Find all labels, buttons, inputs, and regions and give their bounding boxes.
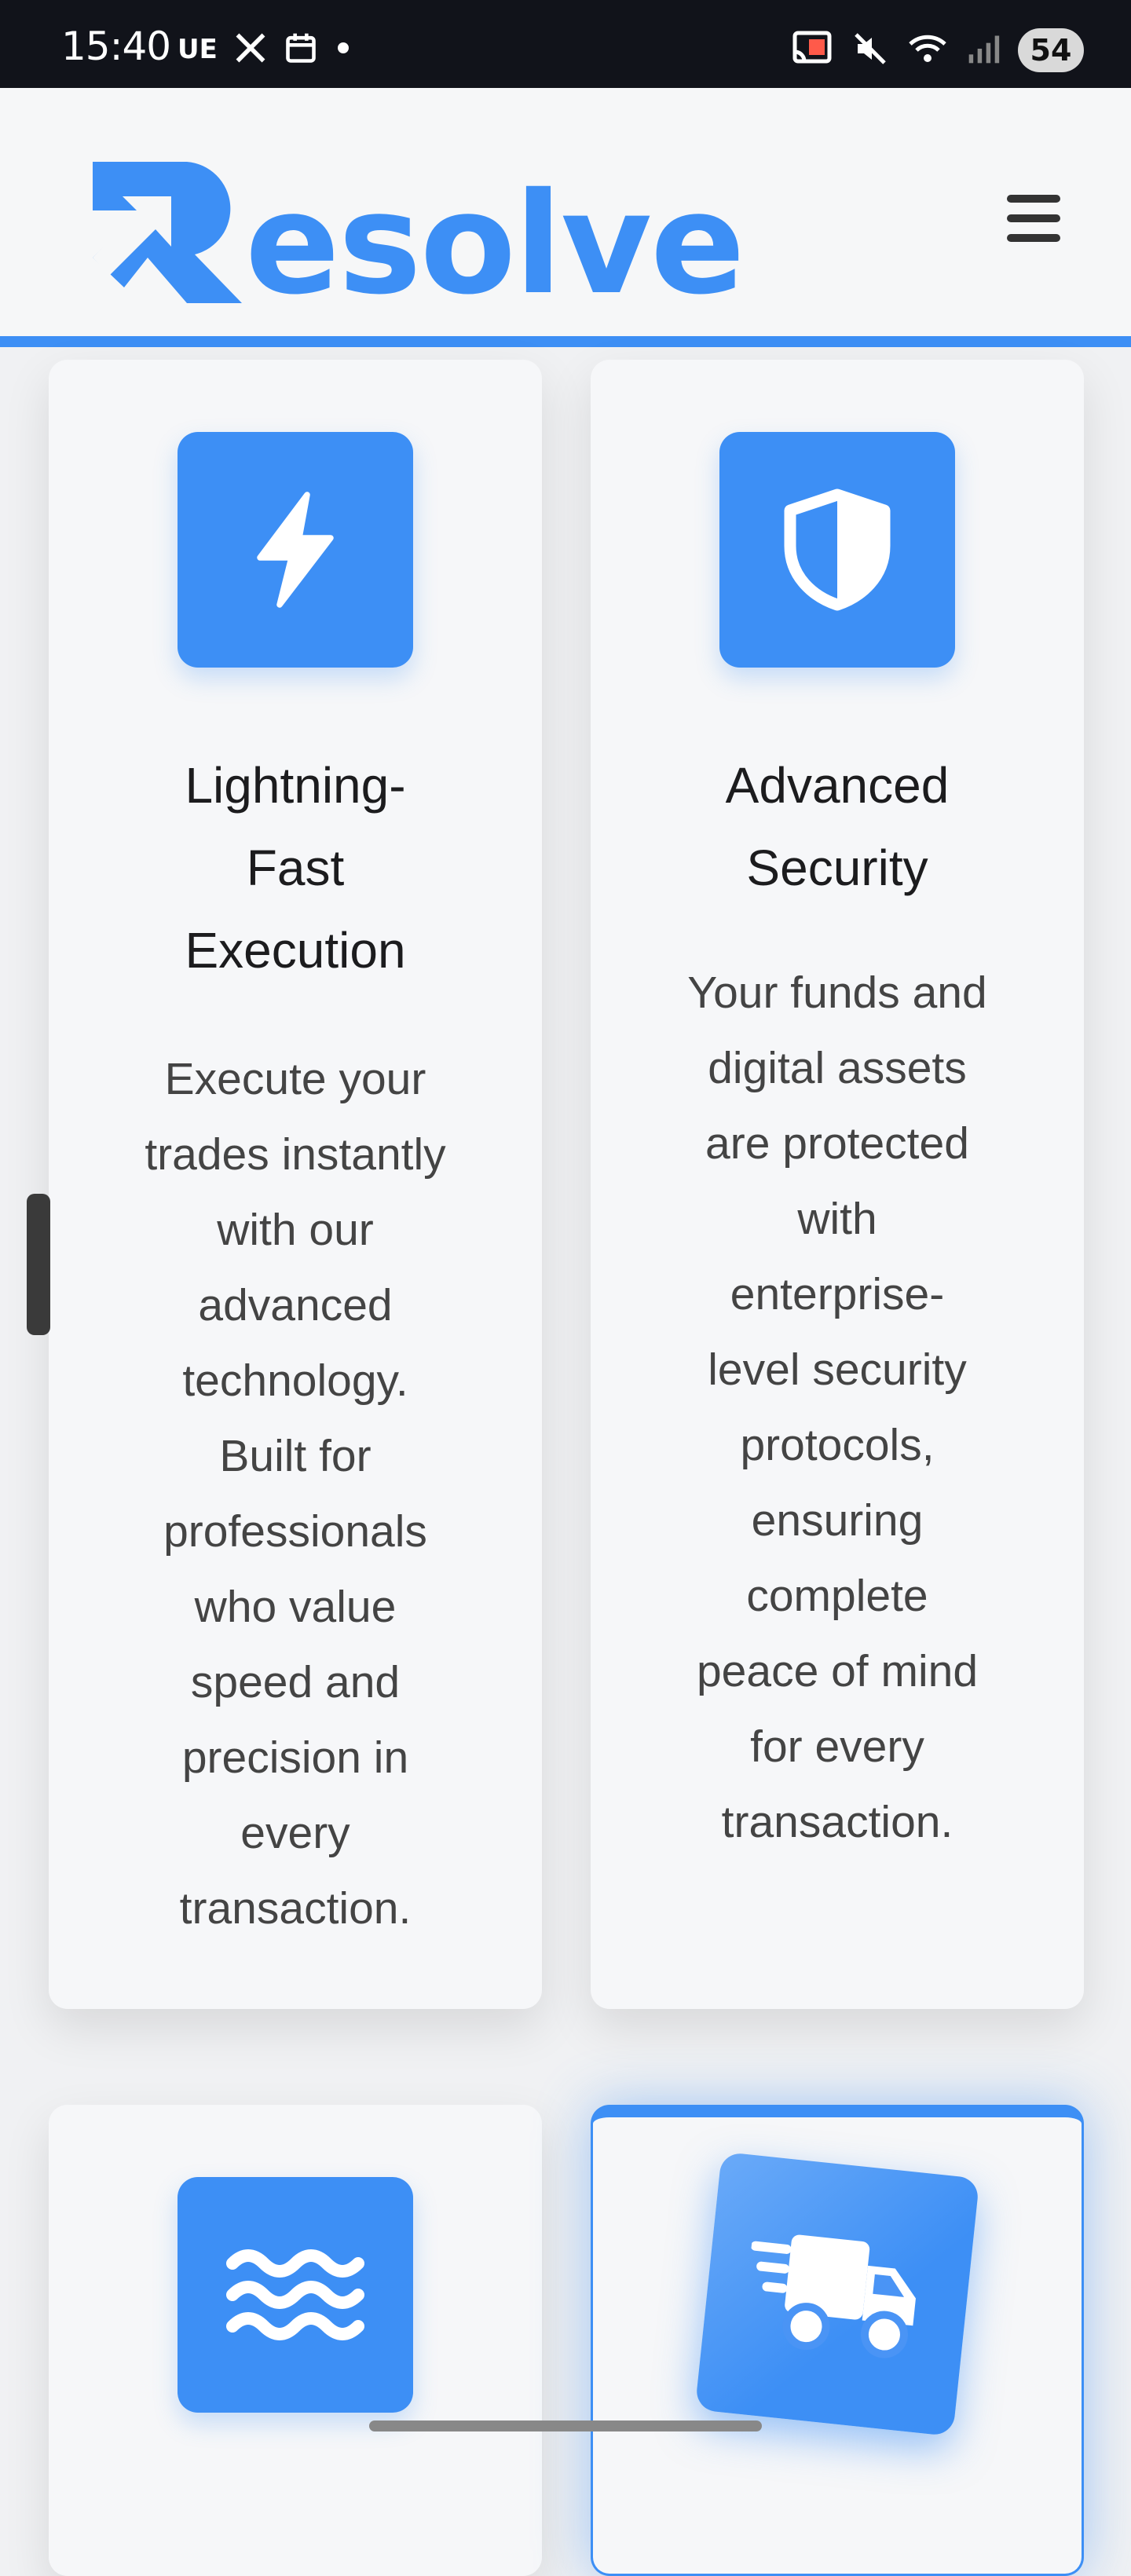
- delivery-truck-icon: [694, 2151, 980, 2437]
- status-time: 15:40: [61, 24, 171, 69]
- feature-description: Your funds and digital assets are protec…: [687, 968, 987, 1847]
- site-header: esolve: [0, 88, 1131, 347]
- home-indicator[interactable]: [369, 2420, 762, 2431]
- wifi-icon: [906, 30, 949, 71]
- lightning-bolt-icon: [178, 432, 413, 668]
- feature-card-lightning: Lightning- Fast Execution Execute your t…: [49, 360, 542, 2009]
- scroll-handle[interactable]: [27, 1194, 50, 1335]
- x-logo-icon: [233, 31, 268, 69]
- feature-card-waves: [49, 2105, 542, 2576]
- status-bar: 15:40 UE 54: [0, 0, 1131, 88]
- signal-icon: [966, 31, 1001, 70]
- shield-icon: [719, 432, 955, 668]
- feature-title: Lightning- Fast Execution: [185, 757, 406, 979]
- notification-icons: UE: [178, 30, 353, 69]
- feature-description: Execute your trades instantly with our a…: [145, 1054, 446, 1934]
- cast-icon: [790, 30, 834, 71]
- resolve-arrow-r-logo: [93, 162, 242, 303]
- feature-card-security: Advanced Security Your funds and digital…: [591, 360, 1084, 2009]
- hamburger-menu-icon[interactable]: [1007, 195, 1060, 242]
- feature-title: Advanced Security: [725, 757, 950, 896]
- resolve-logo[interactable]: esolve: [93, 146, 745, 314]
- system-icons: 54: [790, 27, 1084, 74]
- dot-icon: [334, 38, 353, 61]
- logo-text: esolve: [245, 163, 745, 325]
- carrier-label: UE: [178, 34, 218, 65]
- water-waves-icon: [178, 2177, 413, 2413]
- calendar-icon: [284, 31, 318, 69]
- battery-indicator: 54: [1018, 28, 1084, 72]
- mute-icon: [851, 30, 889, 71]
- feature-card-delivery[interactable]: [591, 2105, 1084, 2576]
